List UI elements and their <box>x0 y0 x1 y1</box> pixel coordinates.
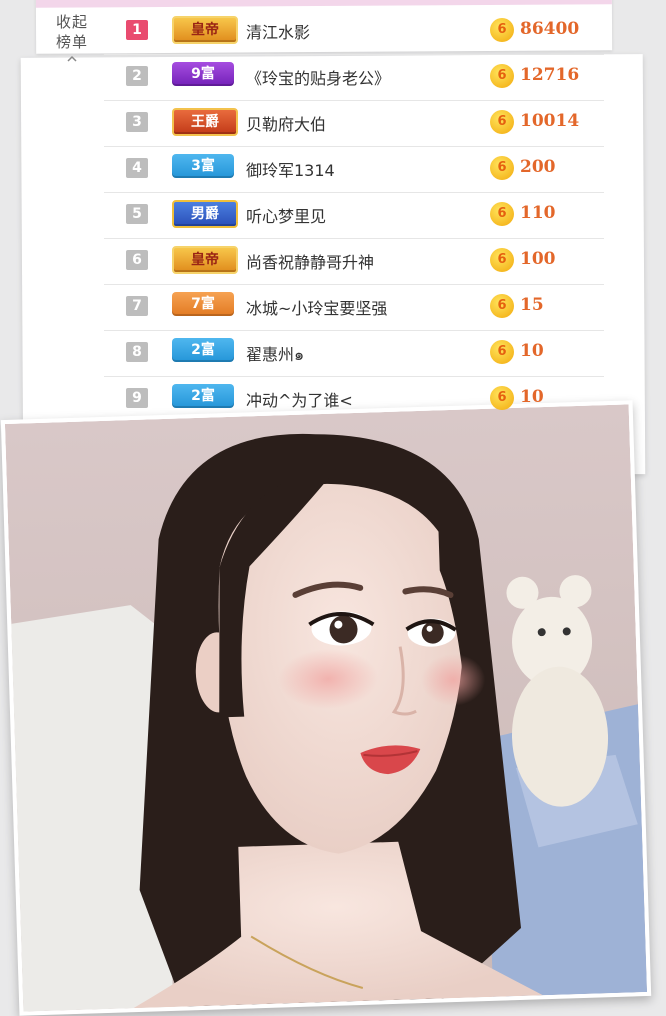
coin-amount: 110 <box>520 203 556 223</box>
coin-icon: 6 <box>490 386 514 410</box>
user-name: 冰城~小玲宝要坚强 <box>246 299 388 318</box>
coin-icon: 6 <box>490 294 514 318</box>
coin-amount: 100 <box>520 249 556 269</box>
coin-icon: 6 <box>490 340 514 364</box>
coin-icon: 6 <box>490 64 514 88</box>
user-name: 《玲宝的贴身老公》 <box>246 69 391 88</box>
level-badge: 王爵 <box>172 108 238 136</box>
leaderboard-row[interactable]: 9 2富 冲动^为了谁< 6 10 <box>104 376 604 422</box>
user-name: 冲动^为了谁< <box>246 391 353 410</box>
user-name: 清江水影 <box>246 23 311 42</box>
level-badge: 7富 <box>172 292 234 316</box>
rank-badge: 5 <box>126 204 148 224</box>
user-name: 翟惠州๑ <box>246 345 305 364</box>
leaderboard-row[interactable]: 5 男爵 听心梦里见 6 110 <box>104 192 604 239</box>
user-name: 听心梦里见 <box>246 207 327 226</box>
coin-amount: 10 <box>520 341 544 361</box>
coin-amount: 12716 <box>520 65 580 85</box>
leaderboard-row[interactable]: 1 皇帝 清江水影 6 86400 <box>104 8 604 55</box>
level-badge: 2富 <box>172 338 234 362</box>
leaderboard-row[interactable]: 2 9富 《玲宝的贴身老公》 6 12716 <box>104 54 604 101</box>
coin-amount: 10 <box>520 387 544 407</box>
level-badge: 皇帝 <box>172 246 238 274</box>
leaderboard-row[interactable]: 3 王爵 贝勒府大伯 6 10014 <box>104 100 604 147</box>
coin-icon: 6 <box>490 110 514 134</box>
level-badge: 皇帝 <box>172 16 238 44</box>
level-badge: 3富 <box>172 154 234 178</box>
rank-badge: 8 <box>126 342 148 362</box>
header-strip <box>35 0 612 8</box>
leaderboard-row[interactable]: 8 2富 翟惠州๑ 6 10 <box>104 330 604 377</box>
rank-badge: 7 <box>126 296 148 316</box>
chevron-up-icon <box>67 55 77 62</box>
user-name: 贝勒府大伯 <box>246 115 327 134</box>
leaderboard-row[interactable]: 4 3富 御玲军1314 6 200 <box>104 146 604 193</box>
leaderboard-row[interactable]: 6 皇帝 尚香祝静静哥升神 6 100 <box>104 238 604 285</box>
rank-badge: 9 <box>126 388 148 408</box>
collapse-leaderboard-button[interactable]: 收起榜单 <box>52 12 92 64</box>
rank-badge: 3 <box>126 112 148 132</box>
coin-icon: 6 <box>490 156 514 180</box>
coin-icon: 6 <box>490 202 514 226</box>
coin-icon: 6 <box>490 18 514 42</box>
coin-amount: 10014 <box>520 111 580 131</box>
leaderboard-row[interactable]: 7 7富 冰城~小玲宝要坚强 6 15 <box>104 284 604 331</box>
collapse-label: 收起榜单 <box>55 13 88 51</box>
rank-badge: 2 <box>126 66 148 86</box>
user-name: 御玲军1314 <box>246 161 335 180</box>
coin-amount: 15 <box>520 295 544 315</box>
portrait-illustration <box>4 404 648 1012</box>
rank-badge: 6 <box>126 250 148 270</box>
selfie-photo <box>0 400 652 1016</box>
coin-amount: 200 <box>520 157 556 177</box>
coin-icon: 6 <box>490 248 514 272</box>
rank-badge: 4 <box>126 158 148 178</box>
user-name: 尚香祝静静哥升神 <box>246 253 375 272</box>
level-badge: 男爵 <box>172 200 238 228</box>
level-badge: 9富 <box>172 62 234 86</box>
level-badge: 2富 <box>172 384 234 408</box>
coin-amount: 86400 <box>520 19 580 39</box>
rank-badge: 1 <box>126 20 148 40</box>
